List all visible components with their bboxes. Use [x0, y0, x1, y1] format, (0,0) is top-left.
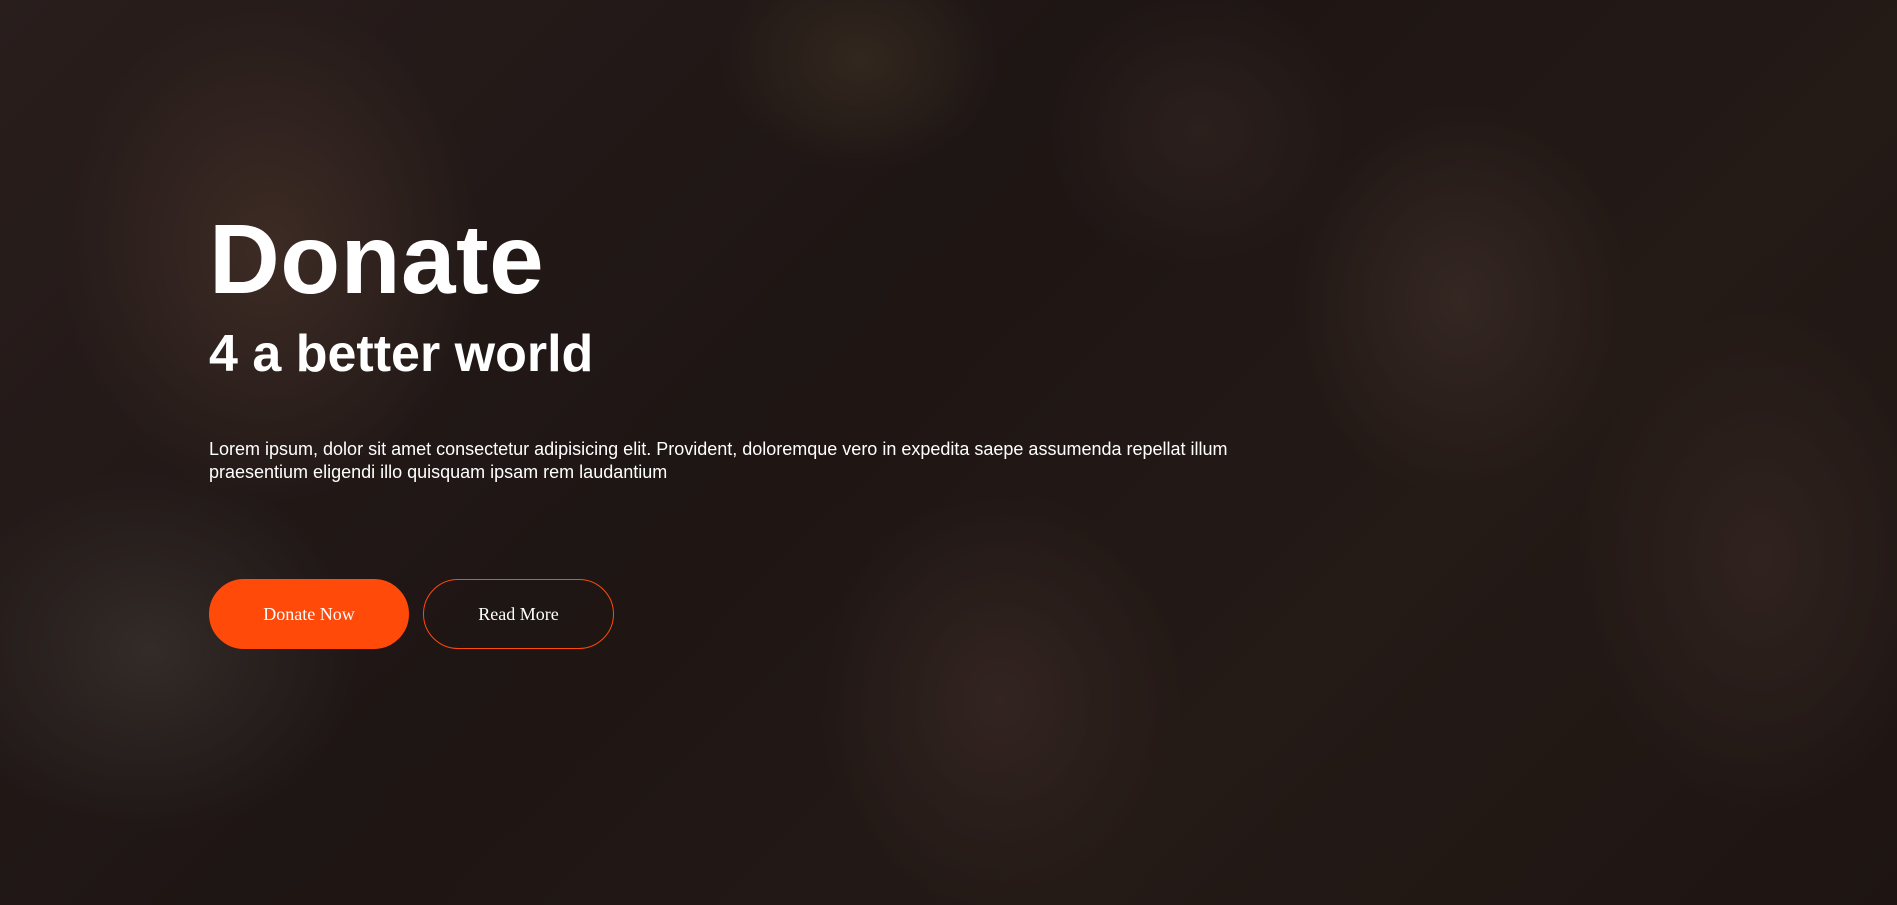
hero-title: Donate: [209, 204, 545, 314]
hero-buttons: Donate Now Read More: [209, 579, 614, 649]
hero-description: Lorem ipsum, dolor sit amet consectetur …: [209, 439, 1228, 482]
read-more-button[interactable]: Read More: [423, 579, 614, 649]
donate-now-button[interactable]: Donate Now: [209, 579, 409, 649]
hero-content: Donate 4 a better world Lorem ipsum, dol…: [209, 210, 1329, 484]
hero-subtitle: 4 a better world: [209, 325, 594, 383]
hero-section: Donate 4 a better world Lorem ipsum, dol…: [0, 0, 1897, 905]
